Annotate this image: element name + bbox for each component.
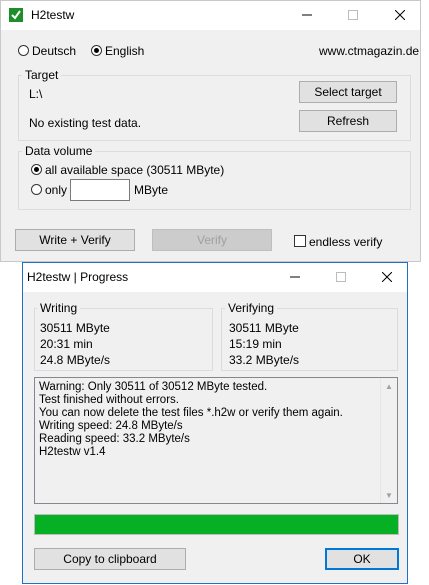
h2testw-app-icon (9, 8, 23, 22)
writing-label: Writing (37, 301, 81, 315)
progress-maximize-button[interactable] (327, 266, 355, 288)
progress-window: H2testw | Progress Writing 30511 MByte 2… (22, 262, 408, 584)
writing-time: 20:31 min (40, 337, 93, 351)
endless-verify-checkbox[interactable] (294, 235, 306, 247)
write-verify-button[interactable]: Write + Verify (15, 229, 135, 251)
data-volume-label: Data volume (22, 144, 96, 158)
verifying-speed: 33.2 MByte/s (229, 353, 300, 367)
progress-title: H2testw | Progress (27, 270, 129, 284)
maximize-icon (348, 10, 358, 20)
website-link[interactable]: www.ctmagazin.de (319, 44, 419, 58)
language-english-label[interactable]: English (105, 44, 144, 58)
progress-titlebar: H2testw | Progress (23, 263, 407, 292)
verifying-time: 15:19 min (229, 337, 282, 351)
only-radio[interactable] (31, 184, 42, 195)
main-window: H2testw Deutsch English www.ctmagazin.de… (0, 0, 421, 262)
close-icon (382, 272, 392, 282)
main-title: H2testw (31, 8, 75, 22)
endless-verify-label[interactable]: endless verify (309, 235, 382, 249)
language-deutsch-label[interactable]: Deutsch (32, 44, 76, 58)
minimize-icon (290, 276, 300, 278)
only-mbyte-input[interactable] (70, 179, 130, 201)
progress-close-button[interactable] (373, 266, 401, 288)
progress-minimize-button[interactable] (281, 266, 309, 288)
maximize-button[interactable] (339, 4, 367, 26)
writing-speed: 24.8 MByte/s (40, 353, 111, 367)
select-target-button[interactable]: Select target (299, 81, 397, 103)
progress-bar (34, 514, 399, 535)
result-log[interactable]: Warning: Only 30511 of 30512 MByte teste… (34, 377, 398, 504)
verifying-label: Verifying (225, 301, 278, 315)
main-titlebar: H2testw (1, 1, 420, 30)
copy-to-clipboard-button[interactable]: Copy to clipboard (34, 548, 186, 570)
target-status: No existing test data. (29, 116, 142, 130)
language-english-radio[interactable] (91, 45, 102, 56)
maximize-icon (336, 272, 346, 282)
scroll-up-icon[interactable]: ▲ (381, 378, 397, 394)
progress-bar-fill (35, 515, 398, 534)
log-line: Writing speed: 24.8 MByte/s (39, 420, 183, 432)
minimize-icon (302, 14, 312, 16)
close-icon (395, 10, 405, 20)
scroll-down-icon[interactable]: ▼ (381, 487, 397, 503)
target-path: L:\ (29, 87, 43, 101)
ok-button[interactable]: OK (325, 548, 399, 570)
log-line: You can now delete the test files *.h2w … (39, 407, 343, 419)
writing-amount: 30511 MByte (40, 321, 110, 335)
verify-button[interactable]: Verify (152, 229, 272, 251)
log-line: Warning: Only 30511 of 30512 MByte teste… (39, 381, 268, 393)
language-deutsch-radio[interactable] (18, 45, 29, 56)
verifying-amount: 30511 MByte (229, 321, 299, 335)
close-button[interactable] (386, 4, 414, 26)
minimize-button[interactable] (293, 4, 321, 26)
all-space-radio[interactable] (31, 164, 42, 175)
log-line: Reading speed: 33.2 MByte/s (39, 433, 190, 445)
log-scrollbar[interactable]: ▲ ▼ (380, 378, 397, 503)
log-lines: Warning: Only 30511 of 30512 MByte teste… (39, 381, 343, 459)
refresh-button[interactable]: Refresh (299, 110, 397, 132)
all-space-label[interactable]: all available space (30511 MByte) (45, 163, 224, 177)
target-group-label: Target (22, 68, 62, 82)
mbyte-unit-label: MByte (134, 183, 169, 197)
log-line: H2testw v1.4 (39, 446, 106, 458)
log-line: Test finished without errors. (39, 394, 179, 406)
only-label[interactable]: only (45, 183, 67, 197)
